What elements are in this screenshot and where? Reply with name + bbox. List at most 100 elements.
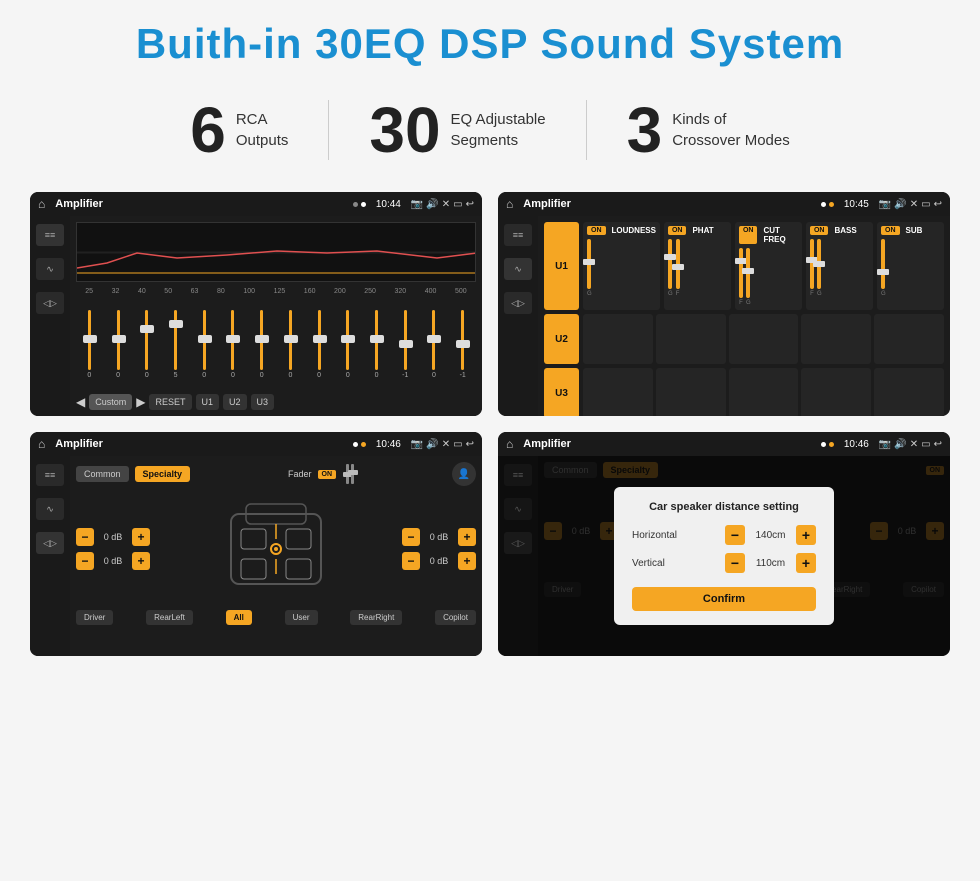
close-icon-f: ✕ bbox=[442, 439, 450, 450]
status-bar-fader: ⌂ Amplifier 10:46 📷 🔊 ✕ ▭ ↩ bbox=[30, 432, 482, 456]
dialog-row-vertical: Vertical − 110cm + bbox=[632, 553, 816, 573]
status-dots-fader bbox=[353, 442, 366, 447]
u1-btn[interactable]: U1 bbox=[196, 394, 220, 410]
plus-btn-1[interactable]: + bbox=[132, 528, 150, 546]
status-icons-dist: 📷 🔊 ✕ ▭ ↩ bbox=[879, 439, 942, 450]
horizontal-minus-btn[interactable]: − bbox=[725, 525, 745, 545]
plus-btn-2[interactable]: + bbox=[132, 552, 150, 570]
slider-track-3[interactable]: 0 bbox=[133, 310, 160, 390]
slider-track-14[interactable]: -1 bbox=[449, 310, 476, 390]
slider-track-8[interactable]: 0 bbox=[277, 310, 304, 390]
driver-btn[interactable]: Driver bbox=[76, 610, 113, 625]
toolbar-eq-icon-f[interactable]: ≡≡ bbox=[36, 464, 64, 486]
side-toolbar-eq: ≡≡ ∿ ◁▷ bbox=[30, 216, 70, 416]
toolbar-speaker-icon[interactable]: ◁▷ bbox=[36, 292, 64, 314]
slider-track-2[interactable]: 0 bbox=[105, 310, 132, 390]
status-bar-dist: ⌂ Amplifier 10:46 📷 🔊 ✕ ▭ ↩ bbox=[498, 432, 950, 456]
camera-icon-d: 📷 bbox=[879, 439, 891, 450]
volume-icon-d: 🔊 bbox=[894, 439, 906, 450]
u2-preset-btn[interactable]: U2 bbox=[544, 314, 579, 364]
vertical-value: 110cm bbox=[753, 558, 788, 569]
minus-btn-4[interactable]: − bbox=[402, 552, 420, 570]
toolbar-wave-icon-f[interactable]: ∿ bbox=[36, 498, 64, 520]
on-badge-sub: ON bbox=[881, 226, 900, 235]
all-btn[interactable]: All bbox=[226, 610, 252, 625]
screen-body-eq: ≡≡ ∿ ◁▷ bbox=[30, 216, 482, 416]
slider-track-7[interactable]: 0 bbox=[248, 310, 275, 390]
eq-sliders: 0 0 0 5 bbox=[76, 299, 476, 390]
back-icon[interactable]: ↩ bbox=[466, 199, 474, 210]
slider-track-5[interactable]: 0 bbox=[191, 310, 218, 390]
plus-btn-4[interactable]: + bbox=[458, 552, 476, 570]
fader-right: − 0 dB + − 0 dB + bbox=[402, 528, 476, 570]
channel-loudness: ON LOUDNESS G bbox=[583, 222, 660, 310]
toolbar-speaker-icon-f[interactable]: ◁▷ bbox=[36, 532, 64, 554]
slider-track-10[interactable]: 0 bbox=[334, 310, 361, 390]
time-eq: 10:44 bbox=[376, 199, 401, 210]
vertical-minus-btn[interactable]: − bbox=[725, 553, 745, 573]
dist-dot2 bbox=[829, 442, 834, 447]
fader-left: − 0 dB + − 0 dB + bbox=[76, 528, 150, 570]
slider-track-12[interactable]: -1 bbox=[392, 310, 419, 390]
back-icon-f[interactable]: ↩ bbox=[466, 439, 474, 450]
toolbar-wave-icon-x[interactable]: ∿ bbox=[504, 258, 532, 280]
horizontal-value: 140cm bbox=[753, 530, 788, 541]
back-icon-x[interactable]: ↩ bbox=[934, 199, 942, 210]
user-btn[interactable]: User bbox=[285, 610, 318, 625]
plus-btn-3[interactable]: + bbox=[458, 528, 476, 546]
u3-btn[interactable]: U3 bbox=[251, 394, 275, 410]
u2-btn[interactable]: U2 bbox=[223, 394, 247, 410]
db-val-1: 0 dB bbox=[98, 532, 128, 542]
home-icon-dist[interactable]: ⌂ bbox=[506, 437, 513, 451]
confirm-btn[interactable]: Confirm bbox=[632, 587, 816, 611]
slider-track-11[interactable]: 0 bbox=[363, 310, 390, 390]
status-dots-eq bbox=[353, 202, 366, 207]
slider-track-4[interactable]: 5 bbox=[162, 310, 189, 390]
toolbar-eq-icon-x[interactable]: ≡≡ bbox=[504, 224, 532, 246]
stat-eq-text: EQ Adjustable Segments bbox=[451, 109, 546, 151]
rearright-btn[interactable]: RearRight bbox=[350, 610, 402, 625]
next-arrow[interactable]: ▶ bbox=[136, 395, 145, 409]
custom-btn[interactable]: Custom bbox=[89, 394, 132, 410]
minus-btn-1[interactable]: − bbox=[76, 528, 94, 546]
minus-btn-2[interactable]: − bbox=[76, 552, 94, 570]
u3-preset-btn[interactable]: U3 bbox=[544, 368, 579, 416]
page-wrapper: Buith-in 30EQ DSP Sound System 6 RCA Out… bbox=[0, 0, 980, 676]
app-name-eq: Amplifier bbox=[55, 198, 347, 210]
slider-track-1[interactable]: 0 bbox=[76, 310, 103, 390]
prev-arrow[interactable]: ◀ bbox=[76, 395, 85, 409]
slider-track-6[interactable]: 0 bbox=[220, 310, 247, 390]
dist-dot1 bbox=[821, 442, 826, 447]
reset-btn[interactable]: RESET bbox=[149, 394, 191, 410]
xover-dot2 bbox=[829, 202, 834, 207]
app-name-xover: Amplifier bbox=[523, 198, 815, 210]
stat-eq: 30 EQ Adjustable Segments bbox=[329, 98, 585, 162]
common-btn[interactable]: Common bbox=[76, 466, 129, 482]
specialty-btn[interactable]: Specialty bbox=[135, 466, 191, 482]
home-icon-fader[interactable]: ⌂ bbox=[38, 437, 45, 451]
u1-preset-btn[interactable]: U1 bbox=[544, 222, 579, 310]
back-icon-d[interactable]: ↩ bbox=[934, 439, 942, 450]
toolbar-speaker-icon-x[interactable]: ◁▷ bbox=[504, 292, 532, 314]
home-icon-eq[interactable]: ⌂ bbox=[38, 197, 45, 211]
minimize-icon-f: ▭ bbox=[453, 439, 462, 450]
freq-125: 125 bbox=[274, 288, 286, 295]
channel-bass: ON BASS F G bbox=[806, 222, 873, 310]
home-icon-xover[interactable]: ⌂ bbox=[506, 197, 513, 211]
profile-icon[interactable]: 👤 bbox=[452, 462, 476, 486]
slider-track-13[interactable]: 0 bbox=[421, 310, 448, 390]
on-toggle-fader[interactable]: ON bbox=[318, 470, 337, 479]
vertical-plus-btn[interactable]: + bbox=[796, 553, 816, 573]
fader-bottom: Driver RearLeft All User RearRight Copil… bbox=[76, 610, 476, 625]
time-fader: 10:46 bbox=[376, 439, 401, 450]
on-badge-phat: ON bbox=[668, 226, 687, 235]
horizontal-plus-btn[interactable]: + bbox=[796, 525, 816, 545]
toolbar-eq-icon[interactable]: ≡≡ bbox=[36, 224, 64, 246]
stat-crossover-text: Kinds of Crossover Modes bbox=[672, 109, 790, 151]
rearleft-btn[interactable]: RearLeft bbox=[146, 610, 193, 625]
slider-track-9[interactable]: 0 bbox=[306, 310, 333, 390]
copilot-btn[interactable]: Copilot bbox=[435, 610, 476, 625]
minus-btn-3[interactable]: − bbox=[402, 528, 420, 546]
stat-crossover-number: 3 bbox=[627, 98, 663, 162]
toolbar-wave-icon[interactable]: ∿ bbox=[36, 258, 64, 280]
